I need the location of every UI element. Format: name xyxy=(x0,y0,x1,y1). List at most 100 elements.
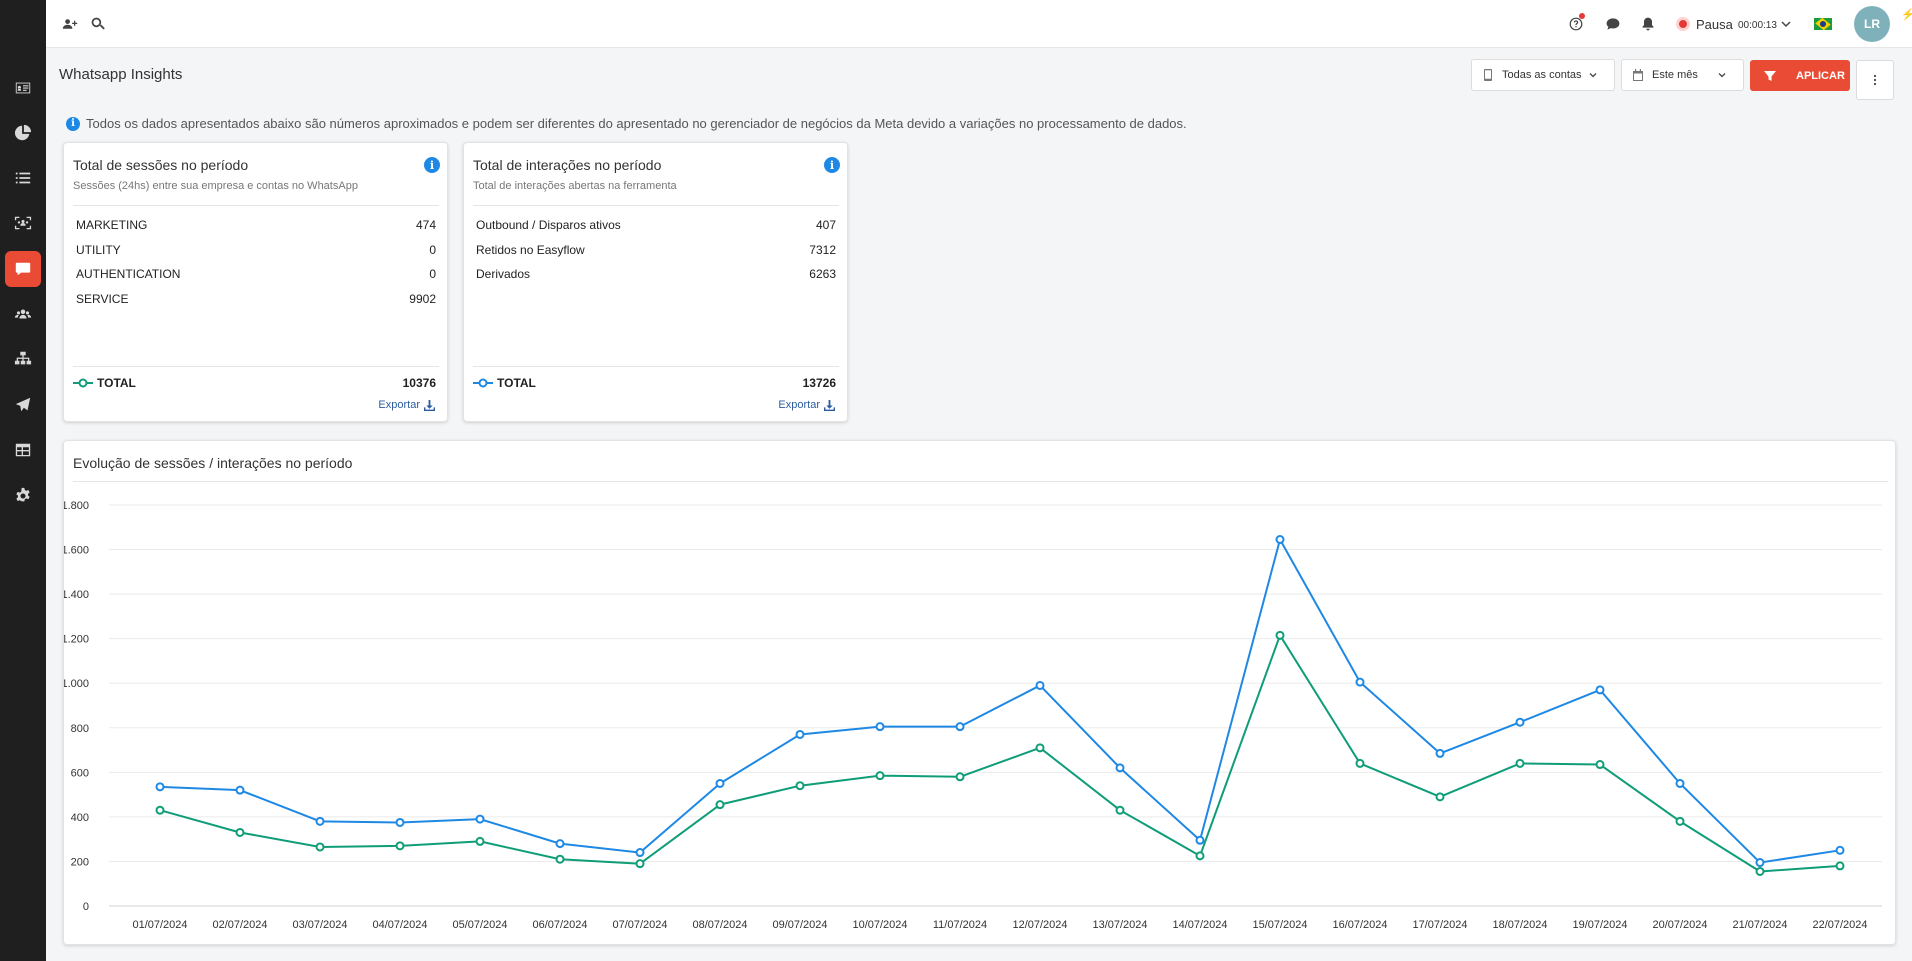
data-point xyxy=(1035,680,1045,690)
row-value: 474 xyxy=(415,218,436,232)
brazil-flag-icon[interactable] xyxy=(1814,18,1832,30)
topbar: Pausa 00:00:13 LR ⚡ xyxy=(46,0,1912,48)
notifications-button[interactable] xyxy=(1638,14,1658,34)
x-tick-label: 19/07/2024 xyxy=(1572,919,1627,931)
x-tick-label: 18/07/2024 xyxy=(1492,919,1547,931)
sidebar-item-tables[interactable] xyxy=(5,432,41,468)
list-item: Outbound / Disparos ativos 407 xyxy=(476,218,836,232)
y-tick-label: 200 xyxy=(71,856,89,868)
list-item: AUTHENTICATION 0 xyxy=(76,267,436,281)
search-button[interactable] xyxy=(88,14,108,34)
sidebar-item-campaigns[interactable] xyxy=(5,387,41,423)
series-line-1 xyxy=(159,634,1841,873)
data-point xyxy=(1275,535,1285,545)
chevron-down-icon xyxy=(1718,73,1726,78)
data-point xyxy=(795,781,805,791)
list-item: SERVICE 9902 xyxy=(76,292,436,306)
data-point xyxy=(155,782,165,792)
data-point xyxy=(955,722,965,732)
x-tick-label: 17/07/2024 xyxy=(1412,919,1467,931)
data-point xyxy=(1435,792,1445,802)
sidebar-item-reports[interactable] xyxy=(5,115,41,151)
more-vertical-icon xyxy=(1873,74,1877,86)
y-tick-label: 1.600 xyxy=(64,545,89,557)
data-point xyxy=(1195,851,1205,861)
sidebar-item-monitor[interactable] xyxy=(5,205,41,241)
more-options-button[interactable] xyxy=(1856,60,1894,100)
info-icon: i xyxy=(66,116,80,131)
total-row: TOTAL 10376 xyxy=(73,376,436,390)
messages-button[interactable] xyxy=(1603,14,1623,34)
y-tick-label: 1.000 xyxy=(64,678,89,690)
y-tick-label: 1.400 xyxy=(64,589,89,601)
card-subtitle: Sessões (24hs) entre sua empresa e conta… xyxy=(73,180,358,192)
data-point xyxy=(1355,758,1365,768)
team-scan-icon xyxy=(14,216,32,230)
card-title: Total de sessões no período xyxy=(73,157,249,173)
total-value: 13726 xyxy=(802,376,836,390)
sidebar-item-structure[interactable] xyxy=(5,341,41,377)
data-point xyxy=(1595,760,1605,770)
divider xyxy=(473,205,839,206)
data-point xyxy=(555,854,565,864)
x-tick-label: 03/07/2024 xyxy=(292,919,347,931)
x-tick-label: 10/07/2024 xyxy=(852,919,907,931)
row-label: AUTHENTICATION xyxy=(76,267,181,281)
data-point xyxy=(395,817,405,827)
sidebar-item-contacts[interactable] xyxy=(5,70,41,106)
export-sessions-link[interactable]: Exportar xyxy=(378,399,435,411)
sidebar-item-whatsapp-insights[interactable] xyxy=(5,251,41,287)
divider xyxy=(73,205,439,206)
sidebar-item-settings[interactable] xyxy=(5,478,41,514)
x-tick-label: 07/07/2024 xyxy=(612,919,667,931)
x-tick-label: 01/07/2024 xyxy=(132,919,187,931)
list-item: MARKETING 474 xyxy=(76,218,436,232)
line-legend-icon xyxy=(473,378,493,388)
account-filter-select[interactable]: Todas as contas xyxy=(1471,59,1615,91)
list-item: Derivados 6263 xyxy=(476,267,836,281)
x-tick-label: 20/07/2024 xyxy=(1652,919,1707,931)
help-notification-dot xyxy=(1579,13,1585,19)
page-footer-strip xyxy=(46,953,1912,961)
row-value: 407 xyxy=(815,218,836,232)
row-label: MARKETING xyxy=(76,218,148,232)
data-point xyxy=(875,771,885,781)
divider xyxy=(473,366,839,367)
apply-filter-button[interactable]: APLICAR xyxy=(1750,60,1850,91)
series-line-0 xyxy=(159,538,1841,864)
y-tick-label: 0 xyxy=(83,901,89,913)
row-value: 0 xyxy=(429,243,436,257)
paper-plane-icon xyxy=(15,397,31,412)
user-plus-icon xyxy=(62,19,78,29)
pause-status-icon[interactable] xyxy=(1676,17,1690,31)
status-label[interactable]: Pausa xyxy=(1696,17,1733,32)
data-point xyxy=(395,841,405,851)
data-point xyxy=(475,814,485,824)
divider xyxy=(73,366,439,367)
total-value: 10376 xyxy=(402,376,436,390)
x-tick-label: 05/07/2024 xyxy=(452,919,507,931)
info-icon[interactable]: i xyxy=(824,157,840,173)
search-icon xyxy=(91,17,105,30)
info-icon[interactable]: i xyxy=(424,157,440,173)
data-point xyxy=(235,827,245,837)
add-contact-button[interactable] xyxy=(60,14,80,34)
x-tick-label: 14/07/2024 xyxy=(1172,919,1227,931)
phone-icon xyxy=(1484,69,1492,81)
chevron-down-icon[interactable] xyxy=(1780,18,1792,30)
pie-chart-icon xyxy=(14,124,32,141)
row-value: 0 xyxy=(429,267,436,281)
x-tick-label: 22/07/2024 xyxy=(1812,919,1867,931)
x-tick-label: 09/07/2024 xyxy=(772,919,827,931)
table-icon xyxy=(15,443,31,457)
data-notice: i Todos os dados apresentados abaixo são… xyxy=(66,116,1187,131)
users-icon xyxy=(14,309,32,319)
period-filter-select[interactable]: Este mês xyxy=(1621,59,1744,91)
help-button[interactable] xyxy=(1566,13,1586,34)
export-interactions-link[interactable]: Exportar xyxy=(778,399,835,411)
sidebar-item-users[interactable] xyxy=(5,296,41,332)
sidebar-item-lists[interactable] xyxy=(5,160,41,196)
avatar[interactable]: LR xyxy=(1854,6,1890,42)
line-legend-icon xyxy=(73,378,93,388)
x-tick-label: 11/07/2024 xyxy=(933,919,987,931)
